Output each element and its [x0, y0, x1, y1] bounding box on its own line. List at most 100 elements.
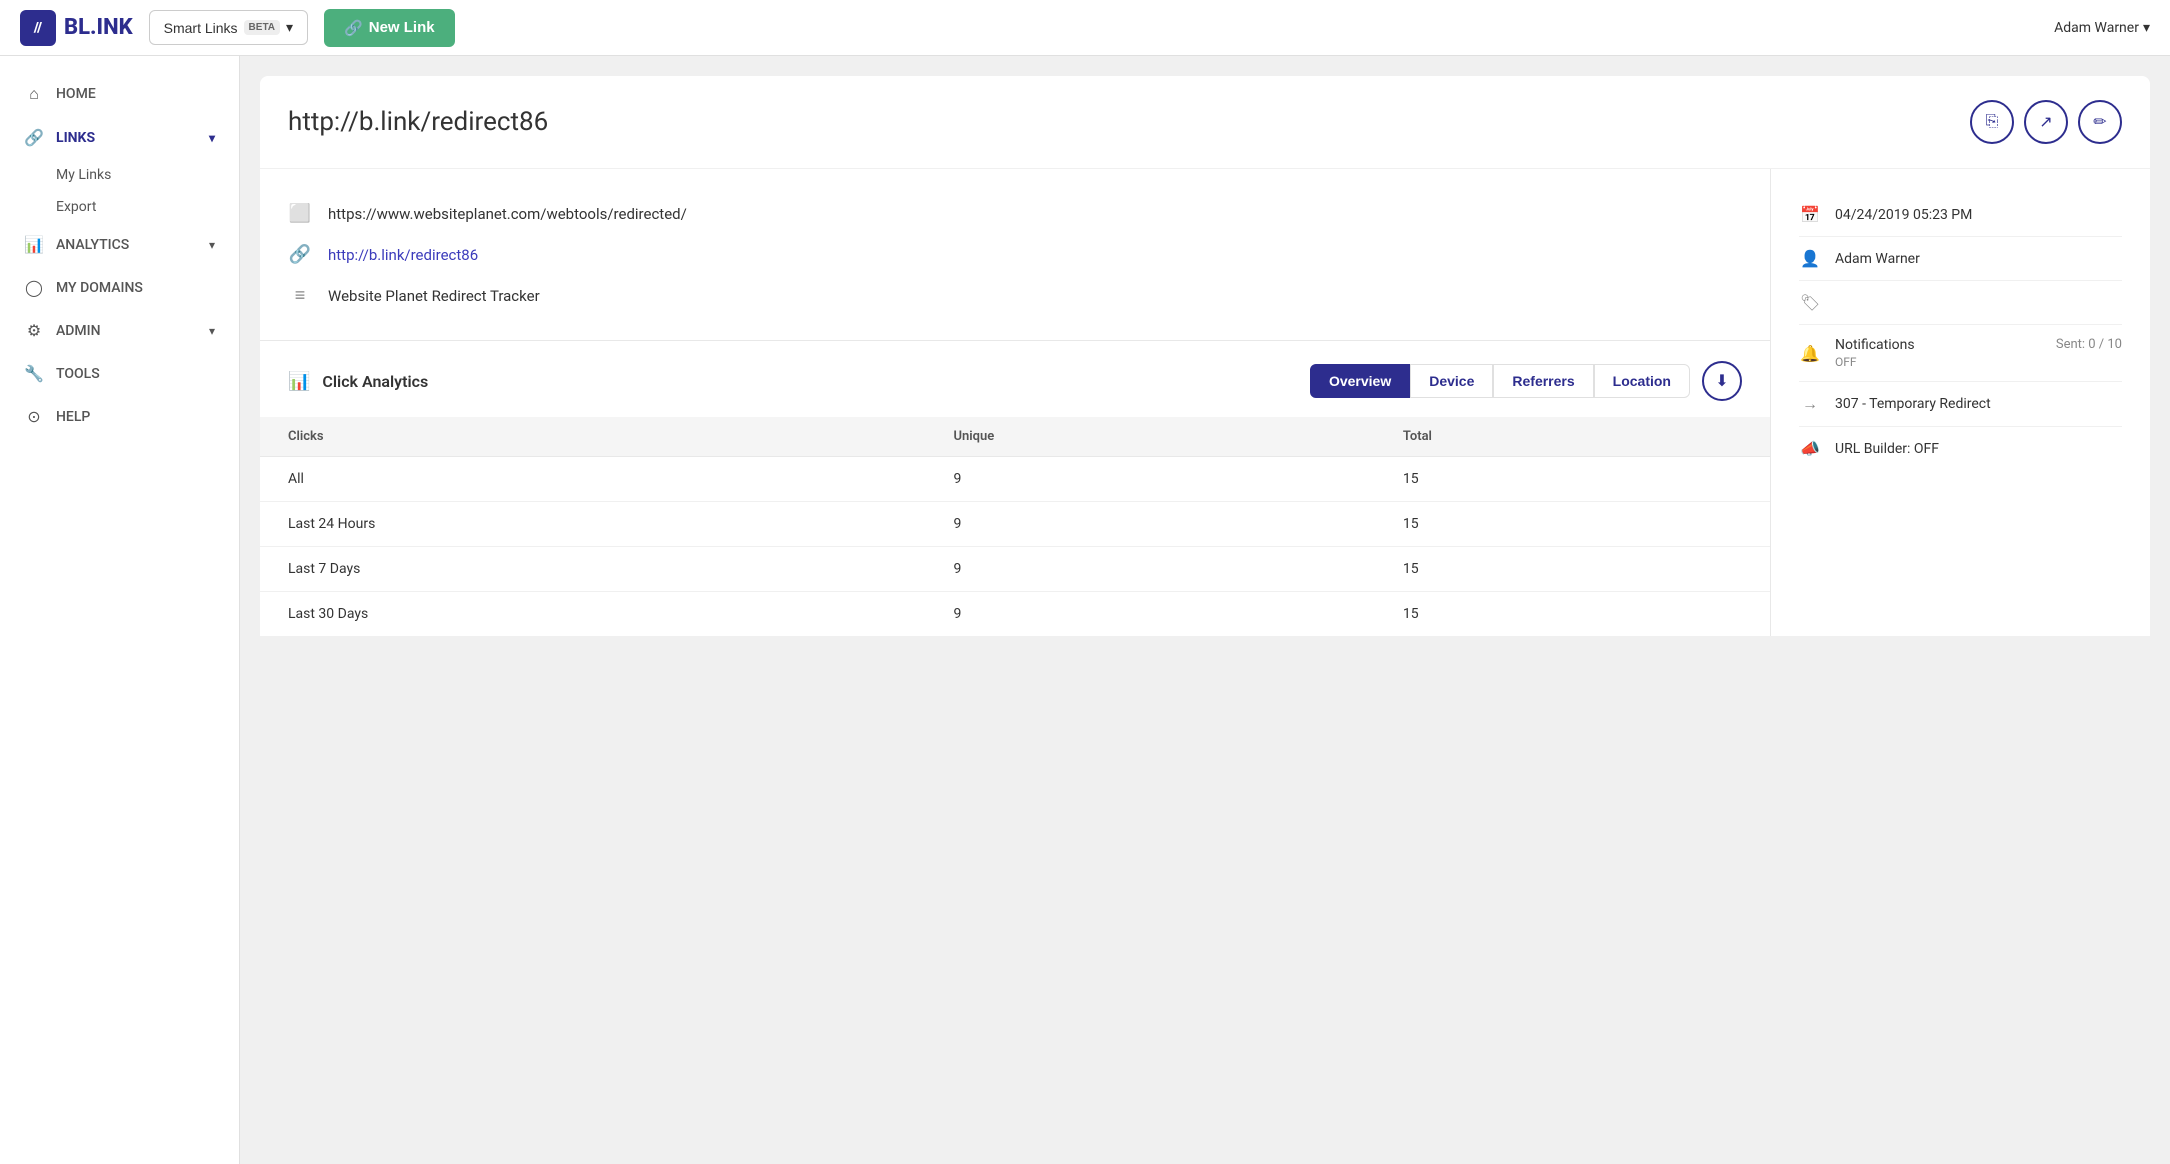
smart-links-label: Smart Links [164, 20, 238, 36]
analytics-title: Click Analytics [322, 372, 1298, 391]
user-menu[interactable]: Adam Warner ▾ [2054, 20, 2150, 36]
sidebar-item-label: HELP [56, 409, 90, 425]
url-builder-value: URL Builder: OFF [1835, 441, 1939, 457]
content-left: ⬜ https://www.websiteplanet.com/webtools… [260, 169, 1770, 636]
chevron-down-icon: ▾ [286, 19, 293, 36]
link-info-card: ⬜ https://www.websiteplanet.com/webtools… [260, 169, 1770, 341]
topnav-left: // BL.INK Smart Links BETA ▾ 🔗 New Link [20, 9, 455, 47]
page-title: http://b.link/redirect86 [288, 107, 548, 137]
sidebar-item-links[interactable]: 🔗 LINKS ▾ [0, 116, 239, 159]
notifications-info: Notifications OFF Sent: 0 / 10 [1835, 337, 2122, 369]
tools-icon: 🔧 [24, 364, 44, 383]
chevron-down-icon: ▾ [209, 324, 215, 338]
main-content: http://b.link/redirect86 ⎘ ↗ ✏ [240, 56, 2170, 1164]
user-icon: 👤 [1799, 249, 1821, 268]
destination-url: https://www.websiteplanet.com/webtools/r… [328, 205, 687, 223]
tab-device[interactable]: Device [1410, 364, 1493, 398]
sidebar: ⌂ HOME 🔗 LINKS ▾ My Links Export 📊 ANALY… [0, 56, 240, 1164]
link-icon: 🔗 [24, 128, 44, 147]
user-value: Adam Warner [1835, 251, 1920, 267]
sidebar-subitem-export[interactable]: Export [56, 191, 239, 223]
copy-button[interactable]: ⎘ [1970, 100, 2014, 144]
clicks-table: Clicks Unique Total All 9 15 [260, 417, 1770, 636]
sidebar-subitem-my-links[interactable]: My Links [56, 159, 239, 191]
sidebar-item-analytics[interactable]: 📊 ANALYTICS ▾ [0, 223, 239, 266]
new-link-button[interactable]: 🔗 New Link [324, 9, 455, 47]
link-name: Website Planet Redirect Tracker [328, 287, 540, 305]
copy-icon: ⎘ [1986, 113, 1999, 131]
chevron-down-icon: ▾ [209, 238, 215, 252]
chevron-down-icon: ▾ [209, 131, 215, 145]
sidebar-links-submenu: My Links Export [0, 159, 239, 223]
smart-links-button[interactable]: Smart Links BETA ▾ [149, 10, 308, 45]
col-unique: Unique [925, 417, 1374, 457]
content-area: ⬜ https://www.websiteplanet.com/webtools… [260, 169, 2150, 636]
analytics-icon: 📊 [24, 235, 44, 254]
top-nav: // BL.INK Smart Links BETA ▾ 🔗 New Link … [0, 0, 2170, 56]
link-icon: 🔗 [344, 19, 363, 37]
domain-icon: ◯ [24, 278, 44, 297]
bar-chart-icon: 📊 [288, 371, 310, 392]
app-layout: ⌂ HOME 🔗 LINKS ▾ My Links Export 📊 ANALY… [0, 56, 2170, 1164]
sidebar-item-tools[interactable]: 🔧 TOOLS [0, 352, 239, 395]
short-url-row: 🔗 http://b.link/redirect86 [288, 234, 1742, 275]
name-row: ≡ Website Planet Redirect Tracker [288, 275, 1742, 316]
short-url-link[interactable]: http://b.link/redirect86 [328, 246, 478, 264]
edit-icon: ✏ [2093, 112, 2106, 132]
notifications-status: OFF [1835, 355, 1915, 369]
sidebar-item-help[interactable]: ⊙ HELP [0, 395, 239, 438]
download-icon: ⬇ [1715, 371, 1728, 391]
chain-icon: 🔗 [288, 244, 312, 265]
beta-badge: BETA [244, 20, 280, 35]
new-link-label: New Link [369, 19, 435, 36]
notifications-label: Notifications [1835, 337, 1915, 353]
table-row: All 9 15 [260, 457, 1770, 502]
analytics-tabs: Overview Device Referrers Location [1310, 364, 1690, 398]
destination-row: ⬜ https://www.websiteplanet.com/webtools… [288, 193, 1742, 234]
redirect-type-row: → 307 - Temporary Redirect [1799, 382, 2122, 427]
url-builder-row: 📣 URL Builder: OFF [1799, 427, 2122, 470]
admin-icon: ⚙ [24, 321, 44, 340]
notifications-sent: Sent: 0 / 10 [2056, 337, 2122, 352]
tag-icon: 🏷 [1799, 293, 1821, 312]
sidebar-item-label: MY DOMAINS [56, 280, 143, 296]
col-clicks: Clicks [260, 417, 925, 457]
tab-location[interactable]: Location [1594, 364, 1690, 398]
user-row: 👤 Adam Warner [1799, 237, 2122, 281]
analytics-header: 📊 Click Analytics Overview Device [260, 341, 1770, 401]
logo-text: BL.INK [64, 15, 133, 40]
page-header: http://b.link/redirect86 ⎘ ↗ ✏ [260, 76, 2150, 169]
calendar-icon: 📅 [1799, 205, 1821, 224]
user-name: Adam Warner [2054, 20, 2139, 36]
sidebar-item-admin[interactable]: ⚙ ADMIN ▾ [0, 309, 239, 352]
sidebar-item-label: HOME [56, 86, 96, 102]
tags-row: 🏷 [1799, 281, 2122, 325]
redirect-type-value: 307 - Temporary Redirect [1835, 396, 1991, 412]
sidebar-item-label: TOOLS [56, 366, 100, 382]
edit-link-button[interactable]: ✏ [2078, 100, 2122, 144]
notifications-row: 🔔 Notifications OFF Sent: 0 / 10 [1799, 325, 2122, 382]
list-icon: ≡ [288, 285, 312, 306]
analytics-card: 📊 Click Analytics Overview Device [260, 341, 1770, 636]
home-icon: ⌂ [24, 84, 44, 104]
col-total: Total [1375, 417, 1770, 457]
table-row: Last 24 Hours 9 15 [260, 502, 1770, 547]
megaphone-icon: 📣 [1799, 439, 1821, 458]
sidebar-item-label: LINKS [56, 130, 95, 146]
sidebar-item-my-domains[interactable]: ◯ MY DOMAINS [0, 266, 239, 309]
sidebar-item-label: ANALYTICS [56, 237, 129, 253]
download-button[interactable]: ⬇ [1702, 361, 1742, 401]
sidebar-item-home[interactable]: ⌂ HOME [0, 72, 239, 116]
redirect-icon: → [1799, 394, 1821, 414]
date-value: 04/24/2019 05:23 PM [1835, 207, 1972, 223]
date-row: 📅 04/24/2019 05:23 PM [1799, 193, 2122, 237]
tab-overview[interactable]: Overview [1310, 364, 1410, 398]
logo[interactable]: // BL.INK [20, 10, 133, 46]
page-actions: ⎘ ↗ ✏ [1970, 100, 2122, 144]
link-detail-card: http://b.link/redirect86 ⎘ ↗ ✏ [260, 76, 2150, 636]
content-right: 📅 04/24/2019 05:23 PM 👤 Adam Warner 🏷 🔔 [1770, 169, 2150, 636]
chevron-down-icon: ▾ [2143, 20, 2150, 36]
open-link-button[interactable]: ↗ [2024, 100, 2068, 144]
tab-referrers[interactable]: Referrers [1493, 364, 1593, 398]
table-header-row: Clicks Unique Total [260, 417, 1770, 457]
